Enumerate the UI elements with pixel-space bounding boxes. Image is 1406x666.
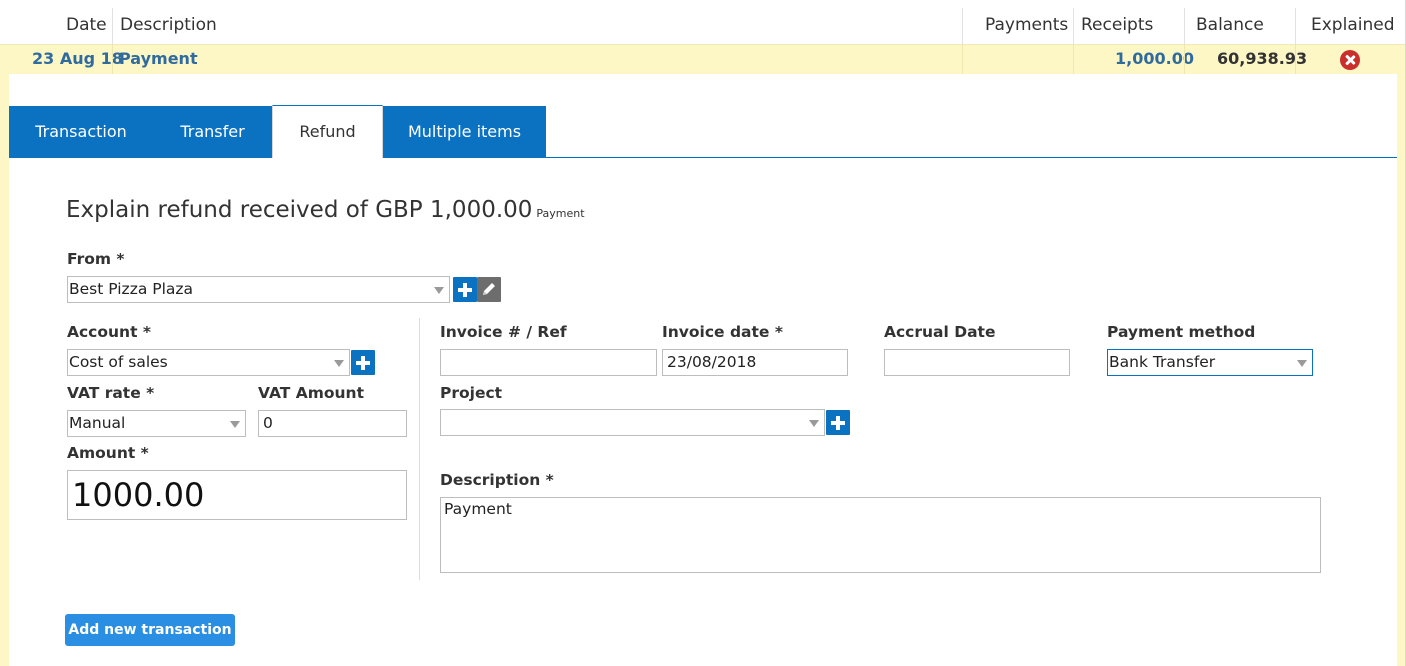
payment-method-select-value: Bank Transfer [1109, 353, 1216, 371]
description-textarea[interactable]: Payment [440, 497, 1321, 573]
accrual-date-label: Accrual Date [884, 323, 996, 341]
column-header-explained[interactable]: Explained [1311, 0, 1394, 44]
column-header-receipts[interactable]: Receipts [1081, 0, 1153, 44]
invoice-date-label: Invoice date * [662, 323, 783, 341]
invoice-date-input[interactable]: 23/08/2018 [662, 349, 848, 376]
from-select[interactable]: Best Pizza Plaza [67, 276, 450, 303]
chevron-down-icon [809, 420, 819, 427]
vat-amount-input[interactable]: 0 [258, 410, 407, 437]
project-label: Project [440, 384, 503, 402]
vat-amount-label: VAT Amount [258, 384, 364, 402]
column-header-date[interactable]: Date [66, 0, 107, 44]
page-title: Explain refund received of GBP 1,000.00 P… [66, 197, 585, 223]
row-date: 23 Aug 18 [32, 49, 123, 68]
chevron-down-icon [334, 360, 344, 367]
chevron-down-icon [434, 287, 444, 294]
column-divider [1073, 44, 1074, 74]
column-divider [1184, 44, 1185, 74]
project-select[interactable] [440, 409, 825, 436]
column-header-balance[interactable]: Balance [1196, 0, 1264, 44]
row-receipts: 1,000.00 [1115, 49, 1194, 68]
pencil-icon [483, 283, 495, 295]
row-balance: 60,938.93 [1217, 49, 1308, 68]
tab-transfer[interactable]: Transfer [153, 106, 272, 158]
column-divider [112, 44, 113, 74]
payment-method-label: Payment method [1107, 323, 1256, 341]
tab-transaction[interactable]: Transaction [9, 106, 153, 158]
accrual-date-input[interactable] [884, 349, 1070, 376]
page-title-tag: Payment [536, 207, 585, 220]
description-label: Description * [440, 471, 554, 489]
invoice-ref-label: Invoice # / Ref [440, 323, 567, 341]
add-account-plus-icon[interactable] [351, 350, 375, 375]
vat-rate-select[interactable]: Manual [67, 410, 246, 437]
column-header-description[interactable]: Description [120, 0, 217, 44]
from-label: From * [67, 250, 125, 268]
table-row[interactable]: 23 Aug 18 Payment 1,000.00 60,938.93 [0, 44, 1406, 74]
row-description: Payment [119, 49, 198, 68]
payment-method-select[interactable]: Bank Transfer [1107, 349, 1313, 376]
add-project-plus-icon[interactable] [826, 410, 850, 435]
panel-left-band [0, 74, 9, 666]
chevron-down-icon [230, 421, 240, 428]
tab-refund[interactable]: Refund [272, 105, 383, 158]
form-column-divider [419, 318, 420, 580]
account-select[interactable]: Cost of sales [67, 349, 350, 376]
vat-rate-label: VAT rate * [67, 384, 155, 402]
from-select-value: Best Pizza Plaza [69, 280, 194, 298]
page-title-text: Explain refund received of GBP 1,000.00 [66, 197, 533, 223]
add-contact-plus-icon[interactable] [453, 277, 477, 302]
account-label: Account * [67, 323, 152, 341]
column-divider [1295, 44, 1296, 74]
unexplained-x-icon [1340, 50, 1360, 70]
add-new-transaction-button[interactable]: Add new transaction [65, 614, 235, 646]
amount-input[interactable]: 1000.00 [67, 470, 407, 520]
amount-label: Amount * [67, 444, 149, 462]
column-header-payments[interactable]: Payments [985, 0, 1068, 44]
transactions-table-header: Date Description Payments Receipts Balan… [0, 0, 1406, 44]
vat-rate-select-value: Manual [69, 414, 126, 432]
column-divider [962, 44, 963, 74]
chevron-down-icon [1297, 360, 1307, 367]
edit-contact-pencil-icon[interactable] [477, 277, 501, 302]
account-select-value: Cost of sales [69, 353, 168, 371]
tab-multiple-items[interactable]: Multiple items [383, 106, 546, 158]
invoice-ref-input[interactable] [440, 349, 657, 376]
